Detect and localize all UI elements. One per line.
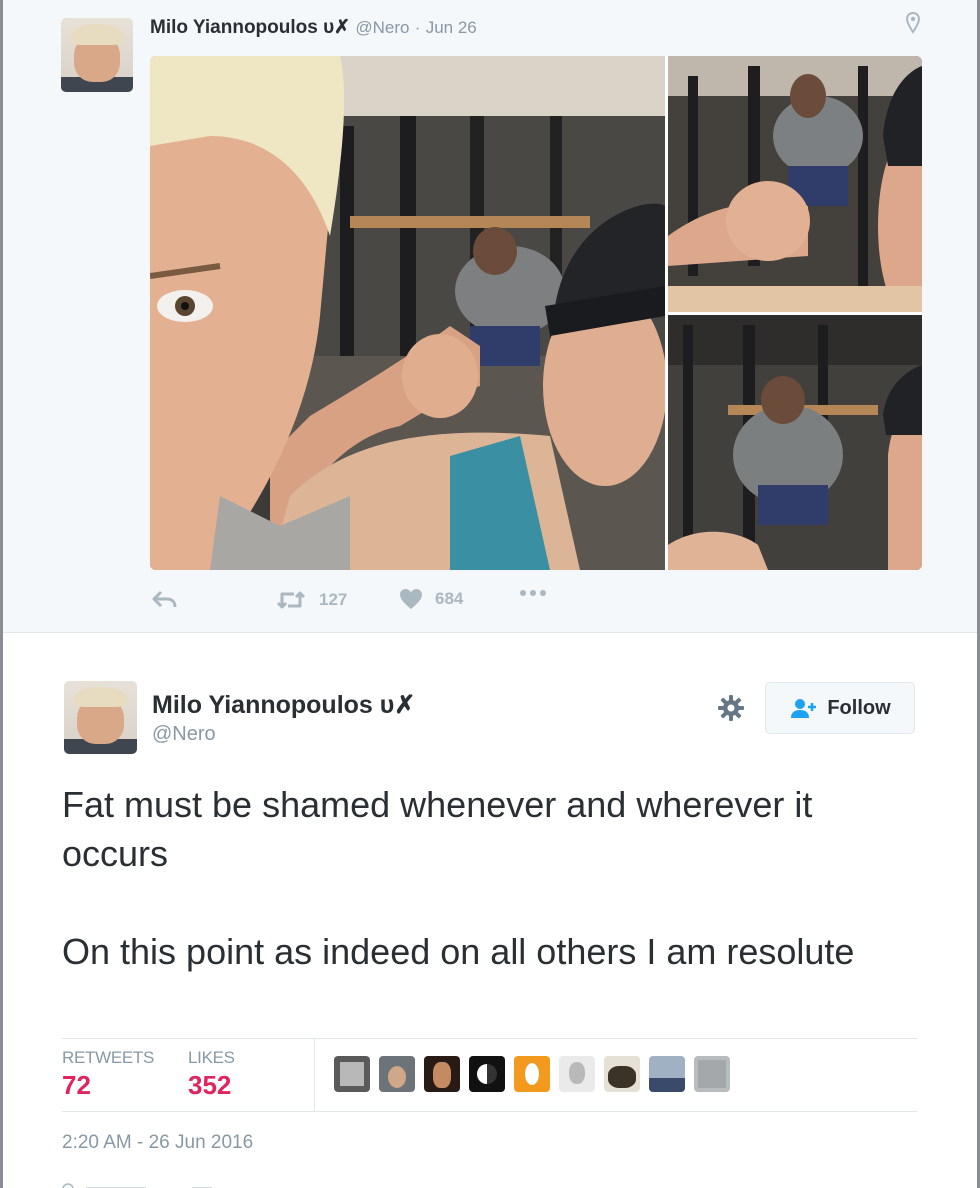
follow-button-label: Follow: [827, 696, 891, 719]
tweet-timestamp[interactable]: 2:20 AM - 26 Jun 2016: [62, 1132, 253, 1154]
follow-person-icon: [791, 699, 817, 718]
heart-icon: [400, 589, 422, 609]
retweets-stat[interactable]: RETWEETS 72: [62, 1048, 154, 1101]
liker-avatar[interactable]: [424, 1056, 460, 1092]
likes-stat[interactable]: LIKES 352: [188, 1048, 235, 1101]
media-photo-bottom-right[interactable]: [668, 315, 922, 570]
parent-tweet-date[interactable]: Jun 26: [426, 18, 477, 37]
retweet-icon: [276, 591, 306, 609]
media-photo-main[interactable]: [150, 56, 665, 570]
author-name[interactable]: Milo Yiannopoulos ᴜ✗: [152, 690, 415, 720]
stats-divider: [314, 1039, 315, 1111]
header-separator: ·: [414, 18, 421, 37]
location-pin-icon[interactable]: [905, 12, 921, 34]
like-button[interactable]: 684: [399, 588, 463, 610]
liker-avatar[interactable]: [514, 1056, 550, 1092]
author-handle[interactable]: @Nero: [152, 723, 216, 746]
more-button[interactable]: [518, 588, 548, 598]
tweet-text-paragraph-1: Fat must be shamed whenever and wherever…: [62, 784, 813, 874]
reply-button[interactable]: [151, 588, 179, 612]
parent-author-name[interactable]: Milo Yiannopoulos ᴜ✗: [150, 17, 350, 38]
parent-tweet-header: Milo Yiannopoulos ᴜ✗ @Nero · Jun 26: [150, 16, 477, 40]
author-avatar[interactable]: [64, 681, 137, 754]
tweet-stats: RETWEETS 72 LIKES 352: [62, 1038, 917, 1112]
liker-avatars: [334, 1056, 730, 1092]
follow-button[interactable]: Follow: [765, 682, 915, 734]
reply-icon: [152, 590, 177, 608]
media-photo-top-right[interactable]: [668, 56, 922, 312]
retweets-count: 72: [62, 1070, 91, 1100]
gear-icon[interactable]: [717, 694, 745, 722]
liker-avatar[interactable]: [379, 1056, 415, 1092]
retweets-label: RETWEETS: [62, 1048, 155, 1067]
more-icon: [520, 590, 546, 596]
liker-avatar[interactable]: [649, 1056, 685, 1092]
likes-label: LIKES: [188, 1048, 235, 1067]
liker-avatar[interactable]: [559, 1056, 595, 1092]
parent-avatar[interactable]: [61, 18, 133, 92]
likes-count: 352: [188, 1070, 232, 1100]
liker-avatar[interactable]: [469, 1056, 505, 1092]
liker-avatar[interactable]: [604, 1056, 640, 1092]
liker-avatar[interactable]: [334, 1056, 370, 1092]
parent-tweet[interactable]: Milo Yiannopoulos ᴜ✗ @Nero · Jun 26 127 …: [3, 0, 977, 633]
retweet-button[interactable]: 127: [275, 588, 347, 612]
cut-off-content: [62, 1178, 262, 1188]
liker-avatar[interactable]: [694, 1056, 730, 1092]
parent-like-count: 684: [435, 589, 464, 608]
tweet-media-grid: [150, 56, 922, 570]
tweet-text: Fat must be shamed whenever and wherever…: [62, 780, 922, 976]
parent-retweet-count: 127: [319, 590, 348, 609]
tweet-text-paragraph-2: On this point as indeed on all others I …: [62, 931, 855, 972]
parent-author-handle[interactable]: @Nero: [355, 18, 409, 37]
